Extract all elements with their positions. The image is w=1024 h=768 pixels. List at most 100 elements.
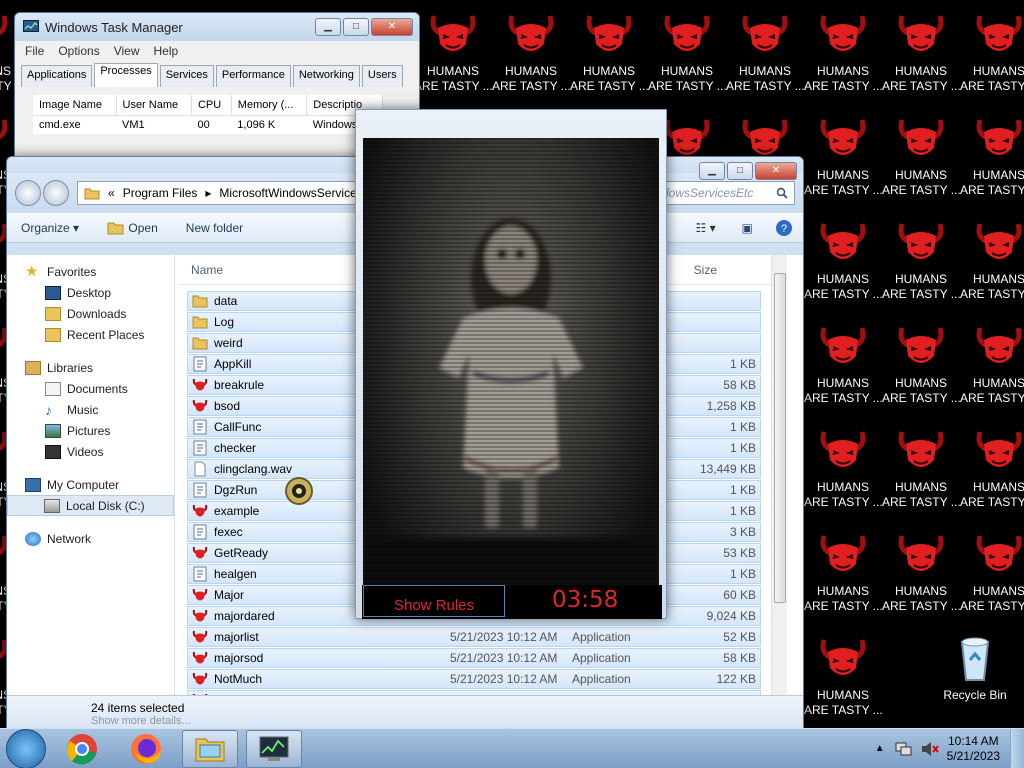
- nav-libraries[interactable]: Libraries: [7, 357, 174, 378]
- show-desktop-button[interactable]: [1010, 728, 1024, 768]
- search-input[interactable]: dowsServicesEtc: [655, 181, 795, 205]
- scrollbar-thumb[interactable]: [774, 273, 786, 603]
- tab-users[interactable]: Users: [361, 65, 403, 87]
- file-row[interactable]: majorlist 5/21/2023 10:12 AM Application 52…: [187, 627, 761, 647]
- tab-processes[interactable]: Processes: [94, 63, 158, 87]
- taskbar-task-manager[interactable]: [246, 729, 302, 768]
- nav-network[interactable]: Network: [7, 528, 174, 549]
- file-size: 122 KB: [716, 672, 756, 686]
- desktop-icon-humans-are-tasty[interactable]: HUMANSARE TASTY ...: [960, 316, 1024, 420]
- desktop-icon-humans-are-tasty[interactable]: HUMANSARE TASTY ...: [960, 524, 1024, 628]
- desktop-icon-humans-are-tasty[interactable]: HUMANSARE TASTY ...: [882, 524, 961, 628]
- close-button[interactable]: ✕: [755, 162, 797, 180]
- table-row[interactable]: cmd.exe VM1 00 1,096 K Windows ...: [33, 116, 383, 135]
- desktop-icon-humans-are-tasty[interactable]: HUMANSARE TASTY ...: [804, 4, 883, 108]
- desktop-icon-humans-are-tasty[interactable]: HUMANSARE TASTY ...: [960, 4, 1024, 108]
- organize-button[interactable]: Organize ▾: [21, 221, 79, 235]
- chevron-down-icon: ▾: [73, 221, 80, 235]
- menu-help[interactable]: Help: [154, 44, 179, 58]
- column-cpu[interactable]: CPU: [191, 95, 232, 116]
- desktop-icon-humans-are-tasty[interactable]: HUMANSARE TASTY ...: [804, 524, 883, 628]
- forward-button[interactable]: [43, 180, 69, 206]
- devil-icon: [192, 588, 208, 601]
- taskbar-explorer[interactable]: [182, 729, 238, 768]
- nav-recent-places[interactable]: Recent Places: [7, 324, 174, 345]
- vertical-scrollbar[interactable]: [771, 255, 787, 695]
- nav-documents[interactable]: Documents: [7, 378, 174, 399]
- taskbar-firefox[interactable]: [118, 730, 174, 768]
- desktop-icon-humans-are-tasty[interactable]: HUMANSARE TASTY ...: [960, 108, 1024, 212]
- menu-view[interactable]: View: [114, 44, 140, 58]
- help-icon[interactable]: ?: [775, 219, 793, 237]
- desktop-icon-humans-are-tasty[interactable]: HUMANSARE TASTY ...: [648, 4, 727, 108]
- recent-places-icon: [45, 327, 61, 342]
- clock[interactable]: 10:14 AM 5/21/2023: [947, 734, 1000, 764]
- column-size[interactable]: Size: [694, 263, 717, 277]
- new-folder-button[interactable]: New folder: [186, 221, 243, 235]
- desktop-icon-humans-are-tasty[interactable]: HUMANSARE TASTY ...: [492, 4, 571, 108]
- volume-muted-icon[interactable]: [921, 741, 939, 757]
- tab-services[interactable]: Services: [159, 65, 214, 87]
- nav-downloads[interactable]: Downloads: [7, 303, 174, 324]
- network-status-icon[interactable]: [895, 741, 913, 757]
- back-button[interactable]: [15, 180, 41, 206]
- desktop-icon-humans-are-tasty[interactable]: HUMANSARE TASTY ...: [804, 212, 883, 316]
- desktop-icon-humans-are-tasty[interactable]: HUMANSARE TASTY ...: [804, 108, 883, 212]
- recycle-bin[interactable]: Recycle Bin: [936, 628, 1014, 728]
- start-button[interactable]: [6, 728, 46, 768]
- ghost-girl-image: [363, 138, 659, 612]
- column-name[interactable]: Name: [191, 263, 223, 277]
- minimize-button[interactable]: ▁: [699, 162, 725, 180]
- show-rules-button[interactable]: Show Rules: [363, 585, 505, 617]
- nav-desktop[interactable]: Desktop: [7, 282, 174, 303]
- nav-pictures[interactable]: Pictures: [7, 420, 174, 441]
- maximize-button[interactable]: □: [727, 162, 753, 180]
- desktop-icon-humans-are-tasty[interactable]: HUMANSARE TASTY ...: [570, 4, 649, 108]
- file-row[interactable]: majorsod 5/21/2023 10:12 AM Application 58 …: [187, 648, 761, 668]
- column-image-name[interactable]: Image Name: [33, 95, 117, 116]
- desktop-icon-humans-are-tasty[interactable]: HUMANSARE TASTY ...: [882, 420, 961, 524]
- desktop-icon-humans-are-tasty[interactable]: HUMANSARE TASTY ...: [804, 628, 883, 728]
- desktop-icon-humans-are-tasty[interactable]: HUMANSARE TASTY ...: [882, 212, 961, 316]
- view-options-icon[interactable]: ☷ ▾: [696, 221, 716, 235]
- desktop-icon-humans-are-tasty[interactable]: HUMANSARE TASTY ...: [804, 420, 883, 524]
- desktop-icon-humans-are-tasty[interactable]: HUMANSARE TASTY ...: [960, 212, 1024, 316]
- desktop-icon-humans-are-tasty[interactable]: HUMANSARE TASTY ...: [414, 4, 493, 108]
- nav-videos[interactable]: Videos: [7, 441, 174, 462]
- desktop-icon-humans-are-tasty[interactable]: HUMANSARE TASTY ...: [882, 316, 961, 420]
- tab-networking[interactable]: Networking: [292, 65, 360, 87]
- close-button[interactable]: ✕: [371, 18, 413, 36]
- desktop-icon-humans-are-tasty[interactable]: HUMANSARE TASTY ...: [882, 4, 961, 108]
- column-memory[interactable]: Memory (...: [231, 95, 308, 116]
- file-size: 52 KB: [723, 630, 756, 644]
- task-manager-titlebar[interactable]: Windows Task Manager ▁ □ ✕: [15, 13, 419, 41]
- open-button[interactable]: Open: [107, 221, 158, 235]
- label-line-1: HUMANS: [816, 688, 869, 702]
- menu-options[interactable]: Options: [58, 44, 99, 58]
- breadcrumb-program-files[interactable]: Program Files: [123, 186, 198, 200]
- nav-favorites[interactable]: ★ Favorites: [7, 261, 174, 282]
- desktop-icon-humans-are-tasty[interactable]: HUMANSARE TASTY ...: [804, 316, 883, 420]
- nav-my-computer[interactable]: My Computer: [7, 474, 174, 495]
- column-user-name[interactable]: User Name: [116, 95, 192, 116]
- desktop-icon-humans-are-tasty[interactable]: HUMANSARE TASTY ...: [726, 4, 805, 108]
- desktop-icon-label: HUMANSARE TASTY ...: [648, 64, 727, 94]
- show-more-details[interactable]: Show more details...: [91, 715, 191, 727]
- file-row[interactable]: NotMuch 5/21/2023 10:12 AM Application 122 …: [187, 669, 761, 689]
- tab-applications[interactable]: Applications: [21, 65, 93, 87]
- taskbar-chrome[interactable]: [54, 730, 110, 768]
- prank-popup-window[interactable]: Show Rules 03:58: [355, 109, 667, 619]
- preview-pane-icon[interactable]: ▣: [742, 221, 753, 235]
- maximize-button[interactable]: □: [343, 18, 369, 36]
- file-type: Application: [572, 672, 631, 686]
- desktop-icon-humans-are-tasty[interactable]: HUMANSARE TASTY ...: [882, 108, 961, 212]
- minimize-button[interactable]: ▁: [315, 18, 341, 36]
- tab-performance[interactable]: Performance: [215, 65, 291, 87]
- show-hidden-icons-icon[interactable]: ▲: [875, 743, 885, 754]
- desktop-icon-label: HUMANSARE TASTY ...: [804, 584, 883, 614]
- desktop-icon-humans-are-tasty[interactable]: HUMANSARE TASTY ...: [960, 420, 1024, 524]
- network-icon: [25, 531, 41, 546]
- nav-local-disk[interactable]: Local Disk (C:): [7, 495, 174, 516]
- nav-music[interactable]: ♪ Music: [7, 399, 174, 420]
- menu-file[interactable]: File: [25, 44, 44, 58]
